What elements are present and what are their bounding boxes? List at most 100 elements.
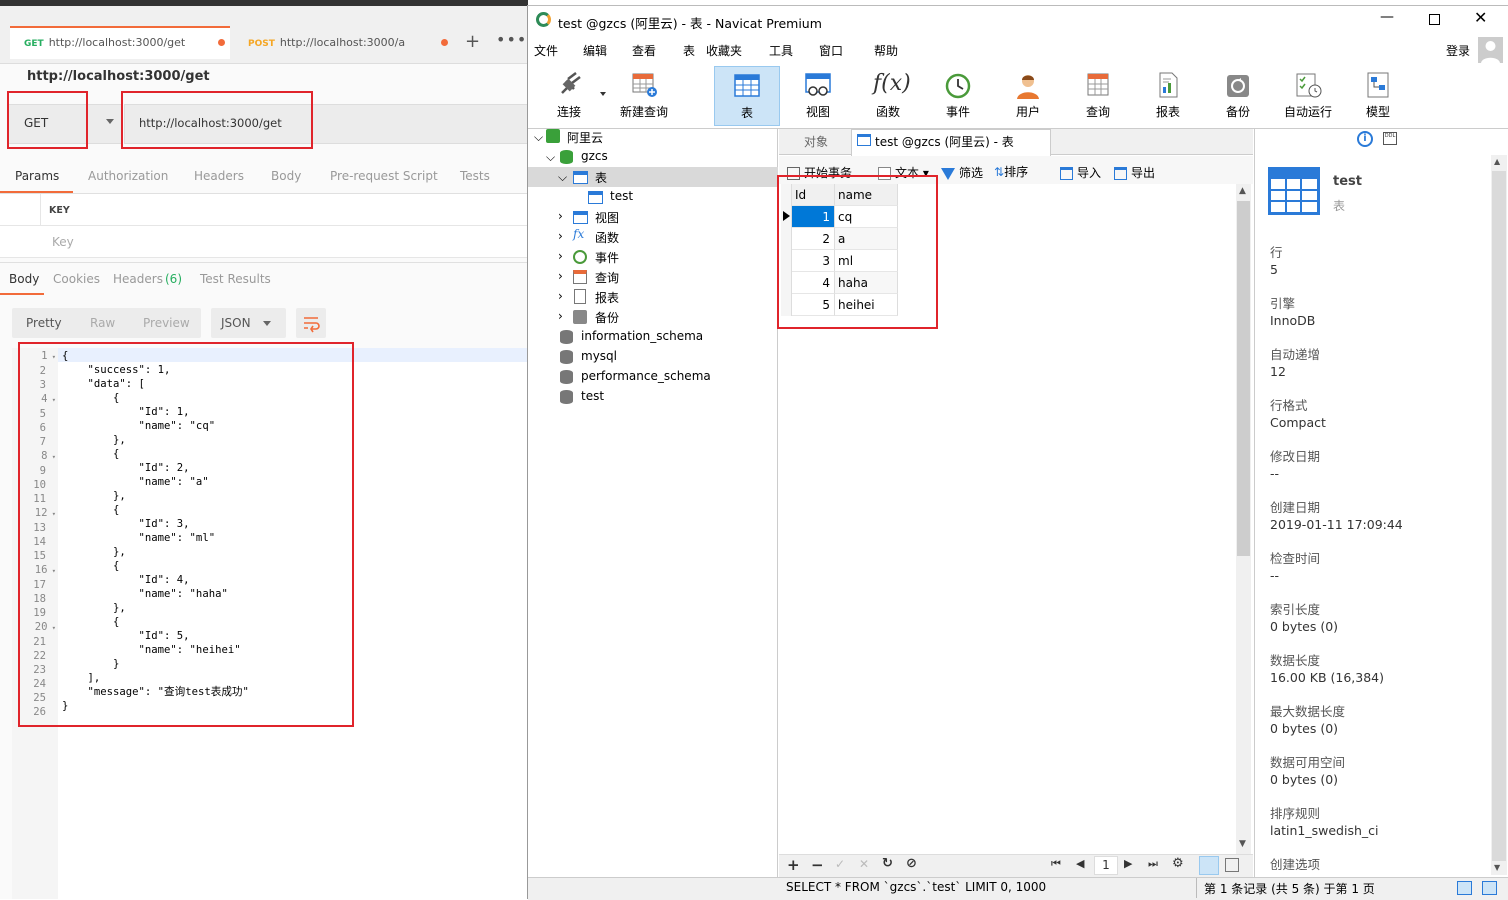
menu-file[interactable]: 文件	[534, 42, 558, 59]
toolbar-query[interactable]: 查询	[1065, 66, 1131, 126]
login-link[interactable]: 登录	[1446, 42, 1470, 59]
menu-view[interactable]: 查看	[632, 42, 656, 59]
toolbar-table[interactable]: 表	[714, 66, 780, 126]
wrap-lines-button[interactable]	[296, 308, 326, 338]
pane-toggle-icon[interactable]	[1482, 881, 1497, 895]
toolbar-function[interactable]: f(x) 函数	[855, 66, 921, 126]
menu-table[interactable]: 表	[683, 42, 695, 59]
chevron-down-icon[interactable]	[600, 92, 606, 96]
menu-window[interactable]: 窗口	[819, 42, 843, 59]
tree-db-information-schema[interactable]: information_schema	[581, 329, 703, 343]
first-page-icon[interactable]: ⏮	[1051, 857, 1061, 871]
toolbar-user[interactable]: 用户	[995, 66, 1061, 126]
prev-page-icon[interactable]: ◀	[1076, 857, 1084, 870]
tree-reports[interactable]: 报表	[595, 289, 619, 306]
menu-favorites[interactable]: 收藏夹	[706, 42, 742, 59]
minimize-icon[interactable]: —	[1380, 9, 1394, 25]
menu-help[interactable]: 帮助	[874, 42, 898, 59]
import-icon	[1060, 167, 1073, 180]
tab-tests[interactable]: Tests	[460, 169, 490, 183]
pretty-button[interactable]: Pretty	[26, 316, 62, 330]
toolbar-backup[interactable]: 备份	[1205, 66, 1271, 126]
scroll-down-icon[interactable]: ▼	[1239, 839, 1246, 849]
grid-view-icon[interactable]	[1199, 856, 1219, 875]
scroll-up-icon[interactable]: ▲	[1494, 157, 1500, 166]
view-icon	[573, 211, 588, 224]
unsaved-dot	[218, 39, 225, 46]
sort-icon: ⇅	[994, 165, 1005, 179]
tab-headers[interactable]: Headers	[194, 169, 244, 183]
tab-pre-request-script[interactable]: Pre-request Script	[330, 169, 438, 183]
apply-icon[interactable]: ✓	[835, 857, 845, 871]
scroll-down-icon[interactable]: ▼	[1494, 863, 1500, 872]
tree-db-gzcs[interactable]: gzcs	[581, 149, 608, 163]
prop-label: 修改日期	[1270, 449, 1321, 464]
toolbar-new-query[interactable]: 新建查询	[611, 66, 677, 126]
report-icon	[574, 289, 586, 304]
tree-functions[interactable]: 函数	[595, 229, 619, 246]
function-fx-icon: f(x)	[873, 71, 911, 96]
scrollbar-thumb[interactable]	[1492, 171, 1506, 861]
maximize-icon[interactable]	[1429, 14, 1440, 25]
toolbar-event[interactable]: 事件	[925, 66, 991, 126]
add-record-icon[interactable]: +	[787, 856, 800, 874]
tree-events[interactable]: 事件	[595, 249, 619, 266]
import-button[interactable]: 导入	[1060, 164, 1101, 181]
tab-objects[interactable]: 对象	[804, 133, 828, 150]
stop-icon[interactable]: ⊘	[906, 856, 917, 871]
highlight-box	[18, 342, 354, 727]
tab-authorization[interactable]: Authorization	[88, 169, 168, 183]
prop-value: 5	[1270, 262, 1278, 277]
pane-toggle-icon[interactable]	[1457, 881, 1472, 895]
settings-gear-icon[interactable]: ⚙	[1172, 856, 1184, 871]
next-page-icon[interactable]: ▶	[1124, 857, 1132, 870]
tree-backups[interactable]: 备份	[595, 309, 619, 326]
unsaved-dot	[441, 39, 448, 46]
export-button[interactable]: 导出	[1114, 164, 1155, 181]
menu-edit[interactable]: 编辑	[583, 42, 607, 59]
tab-body[interactable]: Body	[271, 169, 301, 183]
tree-db-test[interactable]: test	[581, 389, 604, 403]
param-key-input[interactable]: Key	[52, 235, 74, 249]
tree-queries[interactable]: 查询	[595, 269, 619, 286]
tree-connection[interactable]: 阿里云	[567, 129, 603, 146]
prop-label: 数据长度	[1270, 653, 1321, 668]
filter-button[interactable]: 筛选	[941, 164, 983, 181]
sort-button[interactable]: ⇅排序	[994, 163, 1028, 180]
raw-button[interactable]: Raw	[90, 316, 115, 330]
page-number-input[interactable]: 1	[1094, 856, 1118, 875]
last-page-icon[interactable]: ⏭	[1148, 857, 1158, 871]
form-view-icon[interactable]	[1225, 858, 1239, 872]
close-icon[interactable]: ✕	[1474, 8, 1487, 27]
resp-tab-cookies[interactable]: Cookies	[53, 272, 100, 286]
resp-tab-body[interactable]: Body	[9, 272, 39, 286]
params-header-row	[0, 194, 528, 226]
scroll-up-icon[interactable]: ▲	[1239, 186, 1246, 196]
delete-record-icon[interactable]: −	[811, 856, 824, 874]
tree-db-mysql[interactable]: mysql	[581, 349, 617, 363]
tree-views[interactable]: 视图	[595, 209, 619, 226]
database-icon	[560, 390, 573, 404]
tree-table-test[interactable]: test	[610, 189, 633, 203]
info-icon[interactable]: i	[1357, 131, 1373, 147]
avatar[interactable]	[1478, 37, 1503, 63]
toolbar-connect[interactable]: 连接	[536, 66, 602, 126]
resp-tab-headers[interactable]: Headers	[113, 272, 163, 286]
tree-db-performance-schema[interactable]: performance_schema	[581, 369, 711, 383]
refresh-icon[interactable]: ↻	[882, 856, 893, 871]
more-dots-icon[interactable]: •••	[496, 30, 527, 49]
tab-params[interactable]: Params	[15, 169, 59, 183]
toolbar-automation[interactable]: 自动运行	[1275, 66, 1341, 126]
menu-tools[interactable]: 工具	[769, 42, 793, 59]
highlight-box	[7, 91, 88, 149]
toolbar-model[interactable]: 模型	[1345, 66, 1411, 126]
scrollbar-thumb[interactable]	[1237, 201, 1250, 556]
tree-tables[interactable]: 表	[595, 169, 607, 186]
discard-icon[interactable]: ✕	[859, 857, 869, 871]
toolbar-report[interactable]: 报表	[1135, 66, 1201, 126]
resp-tab-test-results[interactable]: Test Results	[200, 272, 271, 286]
ddl-icon[interactable]: DDL	[1383, 132, 1397, 145]
toolbar-view[interactable]: 视图	[785, 66, 851, 126]
preview-button[interactable]: Preview	[143, 316, 190, 330]
new-tab-plus-icon[interactable]: +	[465, 31, 480, 52]
